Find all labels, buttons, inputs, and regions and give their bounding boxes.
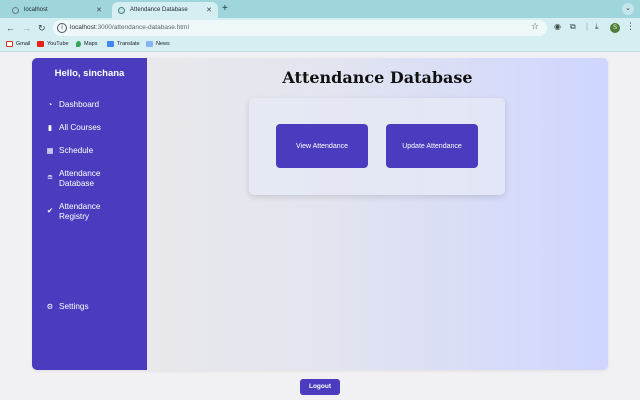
download-icon[interactable]: ⤓ — [595, 22, 599, 32]
logout-button[interactable]: Logout — [300, 379, 340, 395]
news-icon — [146, 41, 153, 47]
bookmark-label: Translate — [117, 41, 140, 47]
bookmark-maps[interactable]: Maps — [76, 41, 97, 47]
tab-search-icon[interactable]: ⌄ — [622, 3, 634, 15]
bookmark-label: YouTube — [47, 41, 69, 47]
forward-icon[interactable]: → — [22, 22, 31, 34]
new-tab-button[interactable]: + — [222, 3, 228, 15]
bookmark-news[interactable]: News — [146, 41, 170, 47]
translate-icon — [107, 41, 114, 47]
bookmark-translate[interactable]: Translate — [107, 41, 140, 47]
youtube-icon — [37, 41, 44, 47]
close-tab-icon[interactable]: ✕ — [206, 6, 212, 14]
app-container: Hello, sinchana ◔ Dashboard ▮ All Course… — [32, 58, 608, 370]
sidebar-item-label: Attendance Registry — [59, 202, 101, 221]
gmail-icon — [6, 41, 13, 47]
view-attendance-button[interactable]: View Attendance — [276, 124, 368, 168]
browser-tab-strip: localhost ✕ Attendance Database ✕ + ⌄ — [0, 0, 640, 18]
sidebar-item-attendance-database[interactable]: ≘ Attendance Database — [45, 169, 119, 189]
bookmark-gmail[interactable]: Gmail — [6, 41, 30, 47]
sidebar-item-label: Attendance Database — [59, 169, 101, 188]
sidebar-item-all-courses[interactable]: ▮ All Courses — [45, 123, 119, 133]
sidebar-item-dashboard[interactable]: ◔ Dashboard — [45, 100, 119, 110]
menu-icon[interactable]: ⋮ — [626, 21, 635, 32]
bookmark-youtube[interactable]: YouTube — [37, 41, 69, 47]
main-content: Attendance Database View Attendance Upda… — [147, 58, 608, 370]
dashboard-icon: ◔ — [47, 100, 53, 109]
divider: | — [586, 22, 589, 31]
sidebar-item-attendance-registry[interactable]: ✔ Attendance Registry — [45, 202, 119, 222]
maps-icon — [76, 41, 81, 47]
bookmark-star-icon[interactable]: ☆ — [531, 21, 539, 32]
book-icon: ▮ — [47, 123, 53, 132]
reload-icon[interactable]: ↻ — [38, 22, 46, 34]
actions-card: View Attendance Update Attendance — [249, 98, 505, 195]
sidebar: Hello, sinchana ◔ Dashboard ▮ All Course… — [32, 58, 147, 370]
profile-avatar[interactable]: S — [610, 23, 620, 33]
sidebar-item-schedule[interactable]: ▦ Schedule — [45, 146, 119, 156]
bookmark-label: Gmail — [16, 41, 31, 47]
sidebar-item-label: Schedule — [59, 146, 94, 155]
puzzle-icon[interactable]: ⧉ — [570, 22, 576, 32]
url-path: :3000/attendance-database.html — [95, 24, 189, 31]
bookmarks-bar: Gmail YouTube Maps Translate News — [0, 38, 640, 52]
url-text[interactable]: localhost:3000/attendance-database.html — [70, 24, 189, 31]
sidebar-item-label: All Courses — [59, 123, 101, 132]
tab-title: localhost — [24, 7, 48, 13]
clipboard-check-icon: ✔ — [46, 206, 54, 215]
globe-icon — [12, 6, 19, 14]
url-host: localhost — [70, 24, 96, 31]
sidebar-item-label: Settings — [59, 302, 89, 311]
site-info-icon[interactable]: i — [57, 23, 67, 33]
browser-tab-localhost[interactable]: localhost ✕ — [6, 2, 108, 18]
database-icon: ≘ — [46, 173, 54, 182]
sidebar-item-label: Dashboard — [59, 100, 100, 109]
close-tab-icon[interactable]: ✕ — [96, 6, 102, 14]
globe-icon — [118, 6, 125, 14]
extension-icon[interactable]: ◉ — [554, 22, 561, 31]
update-attendance-button[interactable]: Update Attendance — [386, 124, 478, 168]
greeting: Hello, sinchana — [54, 68, 125, 79]
page-viewport: Hello, sinchana ◔ Dashboard ▮ All Course… — [0, 53, 640, 400]
calendar-icon: ▦ — [46, 146, 54, 155]
bookmark-label: News — [156, 41, 170, 47]
tab-title: Attendance Database — [130, 7, 188, 13]
sidebar-item-settings[interactable]: ⚙ Settings — [45, 302, 119, 312]
back-icon[interactable]: ← — [6, 22, 15, 34]
bookmark-label: Maps — [84, 41, 98, 47]
browser-tab-attendance-database[interactable]: Attendance Database ✕ — [112, 2, 218, 18]
page-title: Attendance Database — [282, 68, 473, 87]
gear-icon: ⚙ — [46, 302, 54, 311]
